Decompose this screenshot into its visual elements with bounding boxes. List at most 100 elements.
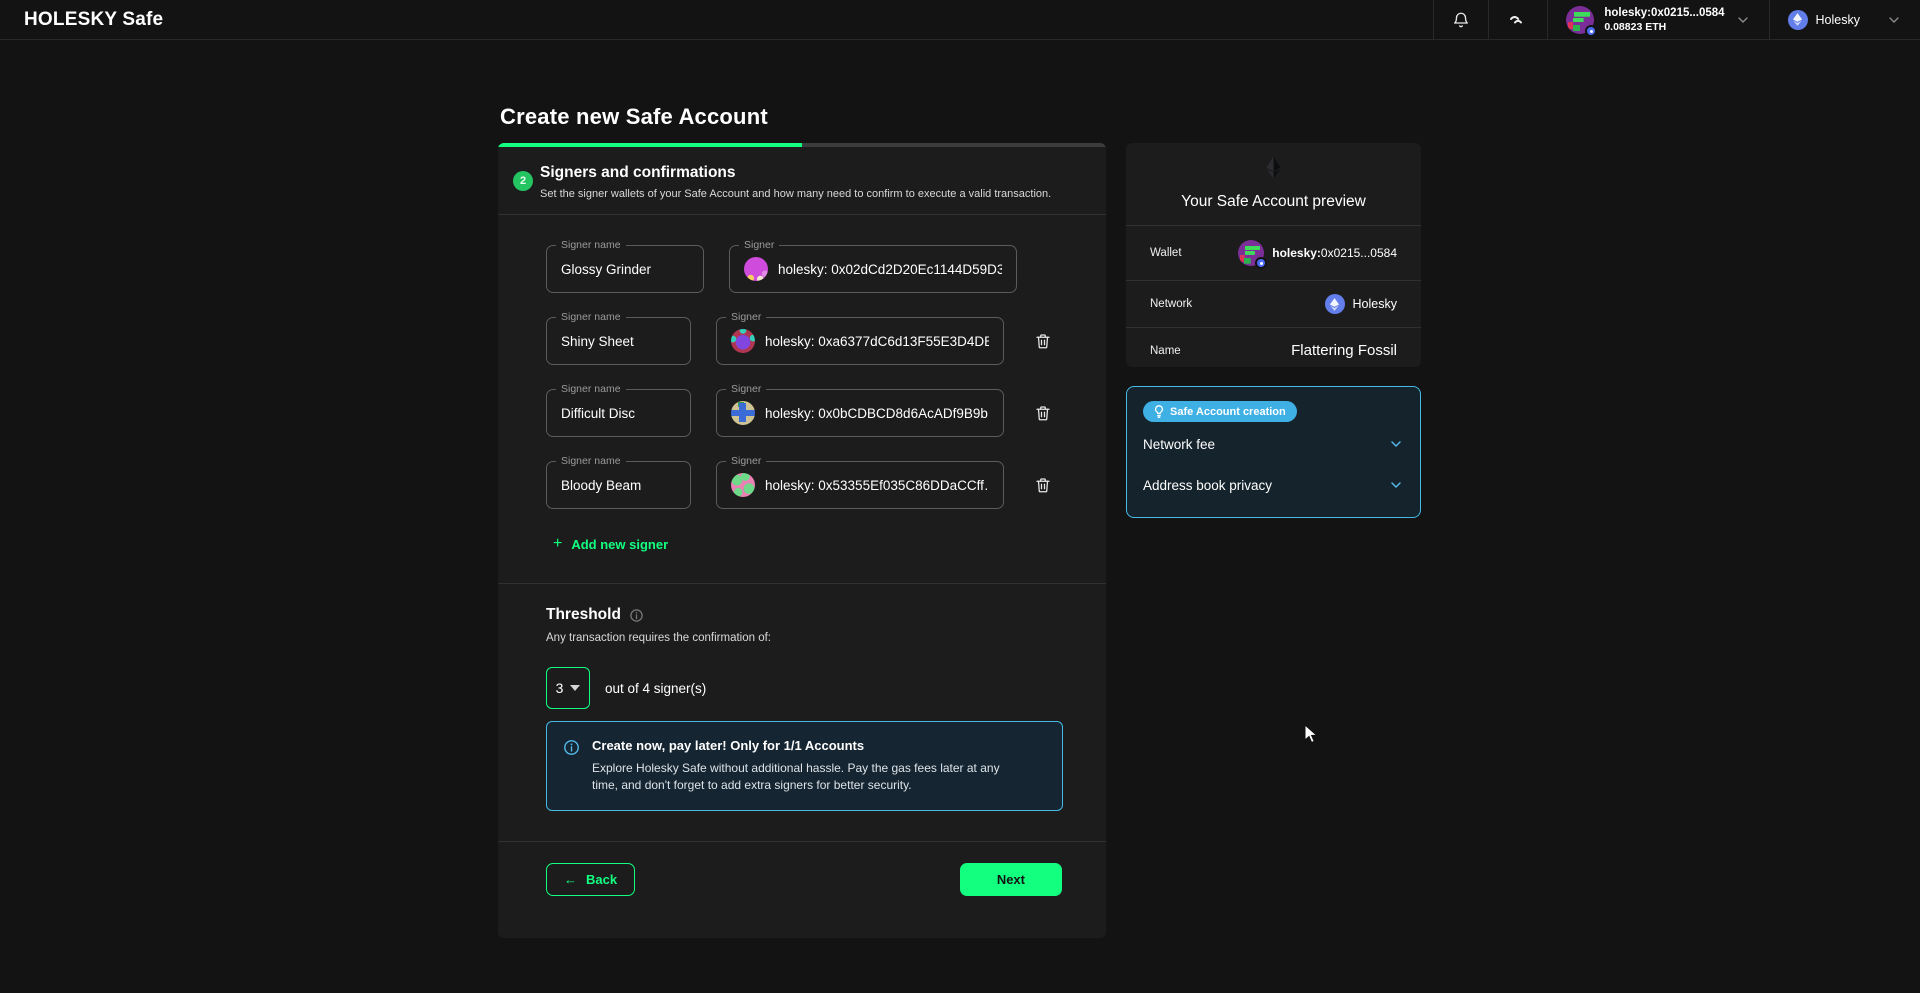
preview-wallet-row: Wallet holesky:0x0215...0584 [1126, 226, 1421, 281]
connected-account-menu[interactable]: holesky:0x0215...0584 0.08823 ETH [1547, 0, 1768, 39]
trash-icon [1034, 332, 1052, 350]
wallet-connect-button[interactable] [1488, 0, 1547, 39]
preview-network-value: Holesky [1353, 297, 1397, 311]
lightbulb-icon [1154, 405, 1164, 418]
accordion-network-fee[interactable]: Network fee [1143, 423, 1404, 464]
signer-label: Signer [726, 383, 766, 395]
info-icon[interactable] [629, 608, 644, 623]
signers-section: Signer name Glossy Grinder Signer holesk… [498, 215, 1106, 583]
signer-name-value: Glossy Grinder [561, 262, 651, 277]
notifications-button[interactable] [1433, 0, 1488, 39]
signer-name-value: Shiny Sheet [561, 334, 634, 349]
preview-network-label: Network [1150, 298, 1192, 310]
threshold-select[interactable]: 3 [546, 667, 590, 709]
chevron-down-icon [1735, 12, 1751, 28]
step-number-badge: 2 [513, 171, 533, 191]
threshold-section: Threshold Any transaction requires the c… [498, 583, 1106, 811]
preview-wallet-address: 0x0215...0584 [1321, 246, 1397, 260]
plus-icon: + [553, 535, 562, 553]
signer-name-value: Difficult Disc [561, 406, 635, 421]
signer-name-input[interactable]: Signer name Difficult Disc [546, 389, 691, 437]
tips-badge: Safe Account creation [1143, 401, 1297, 422]
remove-signer-button[interactable] [1028, 470, 1058, 500]
signer-name-input[interactable]: Signer name Shiny Sheet [546, 317, 691, 365]
signer-address-value: holesky: 0x02dCd2D20Ec1144D59D3… [778, 262, 1002, 277]
next-button[interactable]: Next [960, 863, 1062, 896]
top-navigation-bar: HOLESKY Safe holesky:0x0215...0584 0.088… [0, 0, 1920, 40]
wallet-chain-badge-icon [1585, 25, 1597, 37]
wallet-avatar [1566, 6, 1594, 34]
preview-name-row: Name Flattering Fossil [1126, 328, 1421, 367]
signer-avatar [731, 329, 755, 353]
signer-avatar [731, 473, 755, 497]
threshold-title: Threshold [546, 606, 621, 624]
chevron-down-icon [1388, 436, 1404, 452]
signer-label: Signer [739, 239, 779, 251]
network-selector[interactable]: Holesky [1769, 0, 1920, 39]
cursor-icon [1304, 724, 1322, 749]
create-safe-card: 2 Signers and confirmations Set the sign… [498, 143, 1106, 938]
signer-name-value: Bloody Beam [561, 478, 641, 493]
signer-address-value: holesky: 0xa6377dC6d13F55E3D4DB… [765, 334, 989, 349]
ethereum-logo-icon [1266, 156, 1281, 179]
back-label: Back [586, 872, 617, 887]
info-icon [563, 739, 580, 795]
chevron-down-icon [1886, 12, 1902, 28]
remove-signer-button[interactable] [1028, 326, 1058, 356]
signer-row: Signer name Glossy Grinder Signer holesk… [546, 245, 1058, 293]
signer-name-input[interactable]: Signer name Bloody Beam [546, 461, 691, 509]
wallet-chain-badge-icon [1255, 257, 1267, 269]
caret-down-icon [570, 685, 580, 691]
add-new-signer-button[interactable]: + Add new signer [553, 535, 668, 553]
signer-address-input[interactable]: Signer holesky: 0xa6377dC6d13F55E3D4DB… [716, 317, 1004, 365]
signer-row: Signer name Bloody Beam Signer holesky: … [546, 461, 1058, 509]
back-button[interactable]: ← Back [546, 863, 635, 896]
step-title: Signers and confirmations [540, 164, 1086, 182]
signer-name-label: Signer name [556, 239, 626, 251]
trash-icon [1034, 404, 1052, 422]
safe-creation-tips-card: Safe Account creation Network fee Addres… [1126, 386, 1421, 518]
threshold-suffix: out of 4 signer(s) [605, 681, 706, 696]
ethereum-icon [1788, 10, 1808, 30]
signer-address-input[interactable]: Signer holesky: 0x53355Ef035C86DDaCCff… [716, 461, 1004, 509]
remove-signer-button[interactable] [1028, 398, 1058, 428]
preview-title: Your Safe Account preview [1126, 193, 1421, 211]
signer-address-value: holesky: 0x53355Ef035C86DDaCCff… [765, 478, 989, 493]
alert-body: Explore Holesky Safe without additional … [592, 760, 1004, 795]
signer-address-input[interactable]: Signer holesky: 0x0bCDBCD8d6AcADf9B9b… [716, 389, 1004, 437]
signer-name-label: Signer name [556, 455, 626, 467]
signer-name-label: Signer name [556, 311, 626, 323]
wallet-avatar [1238, 240, 1264, 266]
preview-name-label: Name [1150, 345, 1181, 357]
account-address: holesky:0x0215...0584 [1604, 7, 1724, 19]
accordion-label: Address book privacy [1143, 478, 1272, 493]
wallet-connect-icon [1507, 12, 1529, 28]
add-new-signer-label: Add new signer [571, 537, 668, 552]
alert-title: Create now, pay later! Only for 1/1 Acco… [592, 738, 1004, 753]
step-subtitle: Set the signer wallets of your Safe Acco… [540, 188, 1086, 200]
signer-label: Signer [726, 455, 766, 467]
app-logo[interactable]: HOLESKY Safe [0, 9, 163, 31]
signer-address-input[interactable]: Signer holesky: 0x02dCd2D20Ec1144D59D3… [729, 245, 1017, 293]
signer-name-label: Signer name [556, 383, 626, 395]
threshold-value: 3 [556, 680, 564, 696]
preview-wallet-label: Wallet [1150, 247, 1182, 259]
signer-label: Signer [726, 311, 766, 323]
accordion-address-book-privacy[interactable]: Address book privacy [1143, 464, 1404, 505]
signer-row: Signer name Shiny Sheet Signer holesky: … [546, 317, 1058, 365]
signer-name-input[interactable]: Signer name Glossy Grinder [546, 245, 704, 293]
preview-name-value: Flattering Fossil [1291, 342, 1397, 359]
account-balance: 0.08823 ETH [1604, 21, 1724, 33]
wizard-footer: ← Back Next [498, 841, 1106, 896]
signer-avatar [744, 257, 768, 281]
ethereum-icon [1325, 294, 1345, 314]
tips-badge-label: Safe Account creation [1170, 406, 1286, 418]
signer-avatar [731, 401, 755, 425]
trash-icon [1034, 476, 1052, 494]
arrow-left-icon: ← [564, 872, 577, 887]
preview-wallet-prefix: holesky: [1272, 246, 1321, 260]
bell-icon [1452, 11, 1470, 29]
preview-network-row: Network Holesky [1126, 281, 1421, 328]
network-name: Holesky [1816, 13, 1860, 27]
signer-row: Signer name Difficult Disc Signer holesk… [546, 389, 1058, 437]
